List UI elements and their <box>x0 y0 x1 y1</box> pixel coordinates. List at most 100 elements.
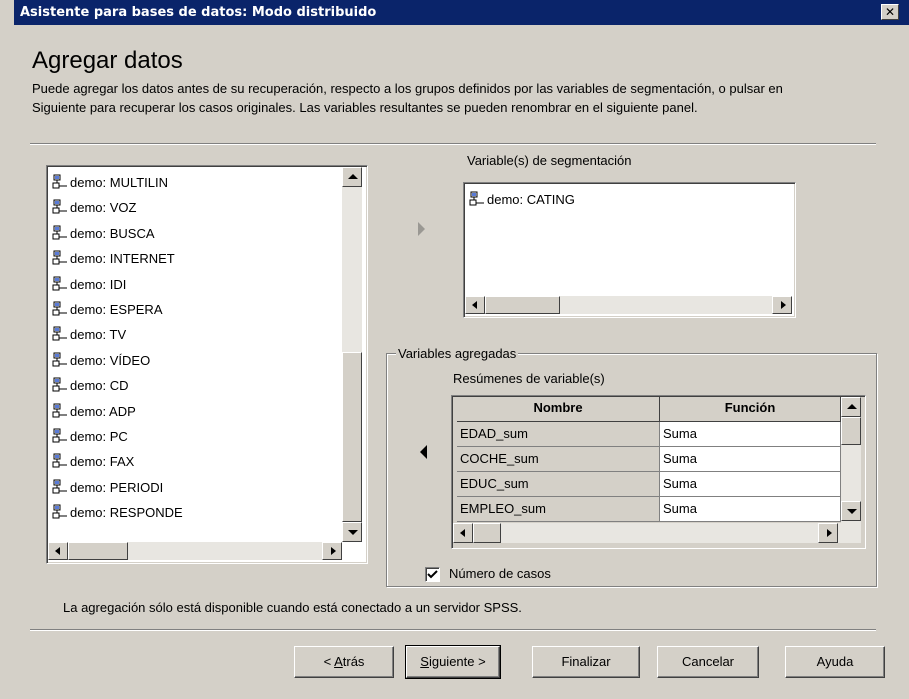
list-item-label: demo: FAX <box>70 454 135 470</box>
list-item[interactable]: demo: IDI <box>52 272 126 297</box>
source-list-hscroll-thumb[interactable] <box>68 542 128 560</box>
summaries-grid[interactable]: Nombre Función EDAD_sum Suma COCHE_sum Suma… <box>451 395 866 549</box>
database-field-icon <box>52 377 67 392</box>
grid-cell-name[interactable]: EDUC_sum <box>457 472 660 497</box>
database-field-icon <box>52 428 67 443</box>
window-titlebar: Asistente para bases de datos: Modo dist… <box>14 0 909 25</box>
list-item[interactable]: demo: VÍDEO <box>52 348 150 373</box>
segmentation-scroll-right-button[interactable] <box>772 296 792 314</box>
page-description: Puede agregar los datos antes de su recu… <box>32 81 783 115</box>
grid-cell-function[interactable]: Suma <box>660 472 841 497</box>
summaries-label: Resúmenes de variable(s) <box>453 371 605 386</box>
list-item-label: demo: PC <box>70 429 128 444</box>
move-to-aggregated-button[interactable] <box>414 440 434 464</box>
list-item[interactable]: demo: TV <box>52 322 126 347</box>
list-item[interactable]: demo: RESPONDE <box>52 500 183 525</box>
list-item-label: demo: MULTILIN <box>70 175 169 190</box>
segmentation-item-label: demo: CATING <box>487 192 575 207</box>
list-item-label: demo: ADP <box>70 403 136 419</box>
cancel-button[interactable]: Cancelar <box>657 646 759 678</box>
segmentation-hscroll-thumb[interactable] <box>485 296 560 314</box>
footer-separator <box>30 629 876 631</box>
arrow-left-icon <box>55 547 60 555</box>
back-button[interactable]: < Atrás <box>294 646 394 678</box>
database-field-icon <box>52 276 67 291</box>
segmentation-scroll-left-button[interactable] <box>465 296 485 314</box>
database-field-icon <box>52 225 67 240</box>
grid-cell-function[interactable]: Suma <box>660 422 841 447</box>
grid-vscroll-thumb[interactable] <box>841 417 861 445</box>
checkmark-icon <box>427 570 438 579</box>
arrow-right-icon <box>827 529 832 537</box>
arrow-right-icon <box>331 547 336 555</box>
list-item[interactable]: demo: VOZ <box>52 195 136 220</box>
grid-scroll-left-button[interactable] <box>453 523 473 543</box>
arrow-up-icon <box>847 404 857 409</box>
list-item-label: demo: BUSCA <box>70 225 155 241</box>
close-button[interactable]: ✕ <box>881 4 899 20</box>
grid-header-name[interactable]: Nombre <box>457 397 660 422</box>
database-field-icon <box>469 191 484 206</box>
finish-button[interactable]: Finalizar <box>532 646 640 678</box>
arrow-left-icon <box>460 529 465 537</box>
source-list-vscroll-thumb[interactable] <box>342 352 362 522</box>
arrow-down-icon <box>847 509 857 514</box>
grid-cell-name[interactable]: EMPLEO_sum <box>457 497 660 522</box>
database-field-icon <box>52 453 67 468</box>
list-item-label: demo: CD <box>70 378 129 394</box>
list-item[interactable]: demo: MULTILIN <box>52 170 168 195</box>
arrow-right-icon <box>781 301 786 309</box>
grid-header-function[interactable]: Función <box>660 397 841 422</box>
next-button[interactable]: Siguiente > <box>405 645 501 679</box>
grid-cell-name[interactable]: EDAD_sum <box>457 422 660 447</box>
page-title: Agregar datos <box>32 47 183 74</box>
footer-note: La agregación sólo está disponible cuand… <box>63 600 522 615</box>
database-field-icon <box>52 326 67 341</box>
arrow-left-icon <box>420 445 427 459</box>
header-separator <box>30 143 876 145</box>
list-item[interactable]: demo: BUSCA <box>52 221 155 246</box>
grid-scroll-right-button[interactable] <box>818 523 838 543</box>
help-button[interactable]: Ayuda <box>785 646 885 678</box>
source-list-scroll-down-button[interactable] <box>342 522 362 542</box>
arrow-right-icon <box>418 222 425 236</box>
list-item-label: demo: INTERNET <box>70 251 175 267</box>
list-item-label: demo: VÍDEO <box>70 352 151 368</box>
database-field-icon <box>52 301 67 316</box>
move-to-segmentation-button[interactable] <box>412 217 432 241</box>
list-item-label: demo: PERIODI <box>70 479 164 495</box>
source-list-scroll-up-button[interactable] <box>342 167 362 187</box>
grid-hscroll-track[interactable] <box>453 523 861 543</box>
database-field-icon <box>52 403 67 418</box>
list-item[interactable]: demo: FAX <box>52 449 134 474</box>
grid-hscroll-thumb[interactable] <box>473 523 501 543</box>
source-list-scroll-right-button[interactable] <box>322 542 342 560</box>
database-field-icon <box>52 174 67 189</box>
segmentation-list[interactable]: demo: CATING <box>463 182 796 318</box>
list-item[interactable]: demo: ADP <box>52 399 136 424</box>
source-list-scroll-left-button[interactable] <box>48 542 68 560</box>
list-item[interactable]: demo: PC <box>52 424 128 449</box>
segmentation-item[interactable]: demo: CATING <box>469 187 575 212</box>
list-item-label: demo: VOZ <box>70 200 137 216</box>
arrow-left-icon <box>472 301 477 309</box>
segmentation-label: Variable(s) de segmentación <box>467 153 632 168</box>
list-item-label: demo: TV <box>70 327 127 343</box>
list-item[interactable]: demo: ESPERA <box>52 297 163 322</box>
list-item-label: demo: RESPONDE <box>70 505 183 521</box>
list-item-label: demo: ESPERA <box>70 302 163 317</box>
window-title: Asistente para bases de datos: Modo dist… <box>20 5 377 20</box>
grid-cell-name[interactable]: COCHE_sum <box>457 447 660 472</box>
grid-scroll-down-button[interactable] <box>841 501 861 521</box>
aggregated-variables-group-label: Variables agregadas <box>396 346 519 361</box>
list-item[interactable]: demo: CD <box>52 373 129 398</box>
list-item[interactable]: demo: INTERNET <box>52 246 175 271</box>
grid-cell-function[interactable]: Suma <box>660 447 841 472</box>
grid-scroll-up-button[interactable] <box>841 397 861 417</box>
list-item[interactable]: demo: PERIODI <box>52 475 163 500</box>
database-field-icon <box>52 199 67 214</box>
grid-cell-function[interactable]: Suma <box>660 497 841 522</box>
source-variable-list[interactable]: demo: MULTILIN demo: VOZ demo: BUSCA demo: … <box>46 165 368 564</box>
case-count-checkbox[interactable] <box>425 567 440 582</box>
database-field-icon <box>52 352 67 367</box>
